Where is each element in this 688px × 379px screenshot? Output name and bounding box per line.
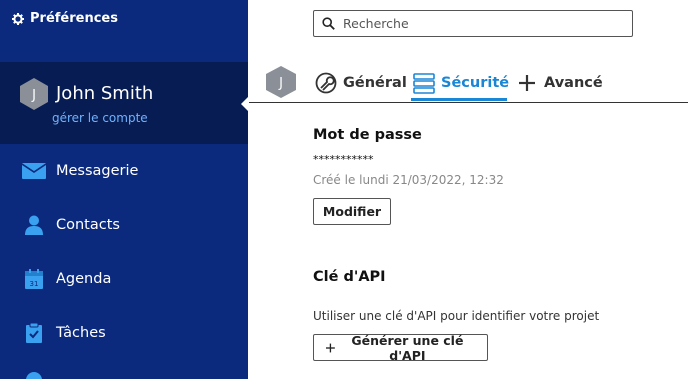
modify-password-button[interactable]: Modifier (313, 198, 391, 225)
button-label: Générer une clé d'API (351, 332, 464, 363)
sidebar: Préférences J John Smith gérer le compte… (0, 0, 249, 379)
button-label: Modifier (322, 204, 382, 219)
search-box[interactable] (313, 10, 633, 37)
sidebar-item-taches[interactable]: Tâches (0, 313, 248, 353)
wrench-icon (315, 72, 337, 94)
password-mask: *********** (313, 153, 374, 166)
api-section-title: Clé d'API (313, 269, 386, 285)
envelope-icon (22, 160, 46, 182)
password-section-title: Mot de passe (313, 127, 422, 143)
sidebar-item-messagerie[interactable]: Messagerie (0, 151, 248, 191)
sidebar-item-label: Contacts (56, 217, 120, 233)
tab-securite[interactable]: Sécurité (413, 66, 509, 100)
tab-label: Avancé (544, 75, 603, 91)
sidebar-item-partial (26, 372, 42, 379)
gear-icon (12, 12, 24, 25)
sidebar-title: Préférences (30, 11, 118, 26)
server-icon (413, 73, 435, 94)
search-icon (322, 17, 335, 30)
tab-label: Sécurité (441, 75, 510, 91)
tab-avatar-initial: J (278, 76, 283, 91)
person-icon (22, 214, 46, 236)
plus-icon (326, 343, 335, 352)
avatar-initial: J (31, 88, 36, 103)
password-created-date: Créé le lundi 21/03/2022, 12:32 (313, 173, 504, 187)
sidebar-header: Préférences (12, 11, 118, 26)
sidebar-item-contacts[interactable]: Contacts (0, 205, 248, 245)
active-tab-indicator (411, 98, 507, 101)
tab-avance[interactable]: Avancé (516, 66, 603, 100)
api-description: Utiliser une clé d'API pour identifier v… (313, 309, 600, 323)
calendar-day: 31 (30, 280, 39, 288)
user-account-box[interactable]: J John Smith gérer le compte (0, 62, 249, 144)
avatar: J (20, 78, 48, 110)
generate-api-key-button[interactable]: Générer une clé d'API (313, 332, 488, 363)
sidebar-item-agenda[interactable]: 31 Agenda (0, 259, 248, 299)
clipboard-check-icon (22, 322, 46, 344)
active-pointer-caret (241, 96, 249, 112)
tab-label: Général (343, 75, 407, 91)
calendar-icon: 31 (22, 268, 46, 290)
sidebar-item-label: Messagerie (56, 163, 139, 179)
tab-general[interactable]: Général (315, 66, 407, 100)
tab-avatar: J (266, 66, 296, 98)
sidebar-item-label: Tâches (56, 325, 106, 341)
search-input[interactable] (343, 16, 623, 31)
plus-icon (519, 75, 535, 91)
manage-account-link[interactable]: gérer le compte (52, 111, 148, 125)
sidebar-item-label: Agenda (56, 271, 112, 287)
user-name: John Smith (56, 83, 154, 104)
